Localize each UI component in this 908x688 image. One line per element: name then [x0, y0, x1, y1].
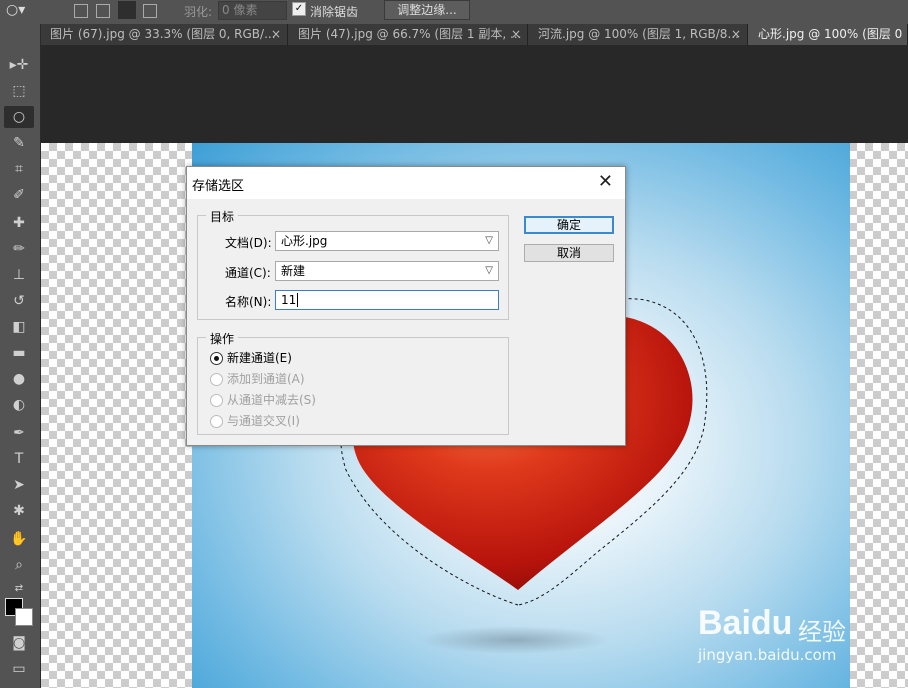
name-value: 11 [281, 293, 297, 307]
radio-label: 添加到通道(A) [227, 372, 305, 386]
target-group: 目标 文档(D): 心形.jpg ▽ 通道(C): 新建 ▽ 名称(N): 11 [197, 208, 509, 320]
operation-group-label: 操作 [206, 330, 239, 347]
document-value: 心形.jpg [281, 234, 328, 248]
radio-new-channel[interactable]: 新建通道(E) [210, 349, 292, 366]
dialog-titlebar: 存储选区 ✕ [187, 167, 625, 199]
channel-label: 通道(C): [225, 266, 271, 280]
name-label: 名称(N): [225, 295, 272, 309]
channel-select[interactable]: 新建 ▽ [275, 261, 499, 281]
document-label: 文档(D): [225, 236, 272, 250]
radio-icon [210, 394, 223, 407]
target-group-label: 目标 [206, 208, 239, 225]
radio-subtract-from-channel[interactable]: 从通道中减去(S) [210, 391, 316, 408]
watermark-url: jingyan.baidu.com [698, 646, 837, 664]
radio-icon [210, 373, 223, 386]
name-input[interactable]: 11 [275, 290, 499, 310]
document-select[interactable]: 心形.jpg ▽ [275, 231, 499, 251]
watermark-sub: 经验 [798, 618, 846, 646]
radio-add-to-channel[interactable]: 添加到通道(A) [210, 370, 305, 387]
radio-intersect-channel[interactable]: 与通道交叉(I) [210, 412, 300, 429]
operation-group: 操作 新建通道(E) 添加到通道(A) 从通道中减去(S) 与通道交叉(I) [197, 330, 509, 435]
heart-shadow [420, 626, 610, 654]
radio-label: 与通道交叉(I) [227, 414, 300, 428]
radio-label: 从通道中减去(S) [227, 393, 316, 407]
channel-value: 新建 [281, 264, 306, 278]
cancel-button[interactable]: 取消 [524, 244, 614, 262]
chevron-down-icon: ▽ [485, 235, 493, 246]
chevron-down-icon: ▽ [485, 265, 493, 276]
watermark: Baidu 经验 jingyan.baidu.com [698, 604, 858, 664]
close-icon[interactable]: ✕ [598, 170, 613, 194]
text-caret [297, 293, 299, 307]
save-selection-dialog: 存储选区 ✕ 目标 文档(D): 心形.jpg ▽ 通道(C): 新建 ▽ 名称… [186, 166, 626, 446]
dialog-title: 存储选区 [192, 179, 245, 194]
radio-label: 新建通道(E) [227, 351, 292, 365]
radio-icon [210, 415, 223, 428]
radio-icon [210, 352, 223, 365]
watermark-brand: Baidu [698, 604, 793, 642]
ok-button[interactable]: 确定 [524, 216, 614, 234]
